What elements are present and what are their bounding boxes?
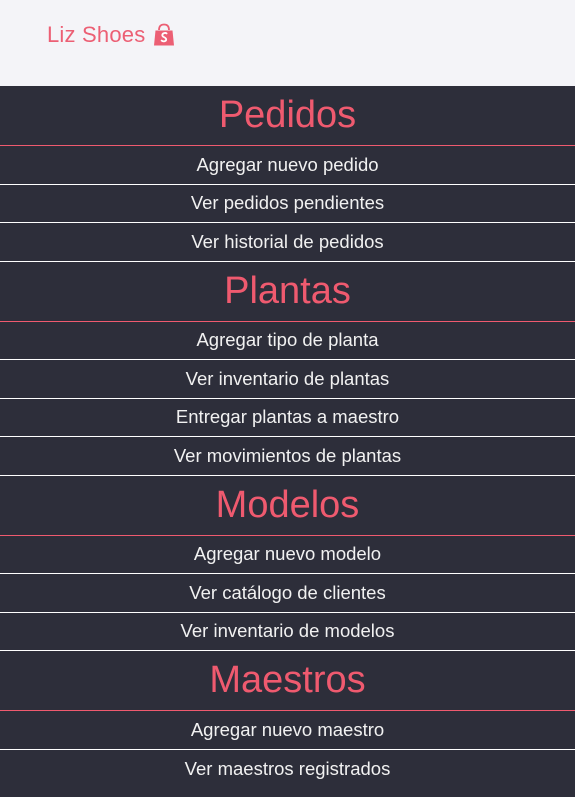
section-title: Pedidos [0,86,575,146]
section-modelos: Modelos Agregar nuevo modelo Ver catálog… [0,476,575,651]
menu-item-agregar-nuevo-maestro[interactable]: Agregar nuevo maestro [0,711,575,750]
brand-link[interactable]: Liz Shoes [47,22,176,48]
section-title: Modelos [0,476,575,536]
top-bar: Liz Shoes [0,0,575,86]
menu-item-ver-movimientos-plantas[interactable]: Ver movimientos de plantas [0,437,575,476]
menu-item-ver-inventario-modelos[interactable]: Ver inventario de modelos [0,613,575,651]
section-title: Maestros [0,651,575,711]
menu-item-agregar-nuevo-pedido[interactable]: Agregar nuevo pedido [0,146,575,185]
section-pedidos: Pedidos Agregar nuevo pedido Ver pedidos… [0,86,575,262]
menu-item-ver-historial-pedidos[interactable]: Ver historial de pedidos [0,223,575,262]
section-title: Plantas [0,262,575,322]
brand-name: Liz Shoes [47,22,146,47]
section-plantas: Plantas Agregar tipo de planta Ver inven… [0,262,575,476]
menu-item-ver-maestros-registrados[interactable]: Ver maestros registrados [0,750,575,789]
menu-item-agregar-tipo-planta[interactable]: Agregar tipo de planta [0,322,575,360]
menu-item-ver-inventario-plantas[interactable]: Ver inventario de plantas [0,360,575,399]
menu-item-agregar-nuevo-modelo[interactable]: Agregar nuevo modelo [0,536,575,574]
menu-item-ver-catalogo-clientes[interactable]: Ver catálogo de clientes [0,574,575,613]
main-menu: Pedidos Agregar nuevo pedido Ver pedidos… [0,86,575,788]
section-maestros: Maestros Agregar nuevo maestro Ver maest… [0,651,575,788]
menu-item-entregar-plantas-maestro[interactable]: Entregar plantas a maestro [0,399,575,437]
shopping-bag-icon [152,23,176,47]
menu-item-ver-pedidos-pendientes[interactable]: Ver pedidos pendientes [0,185,575,223]
